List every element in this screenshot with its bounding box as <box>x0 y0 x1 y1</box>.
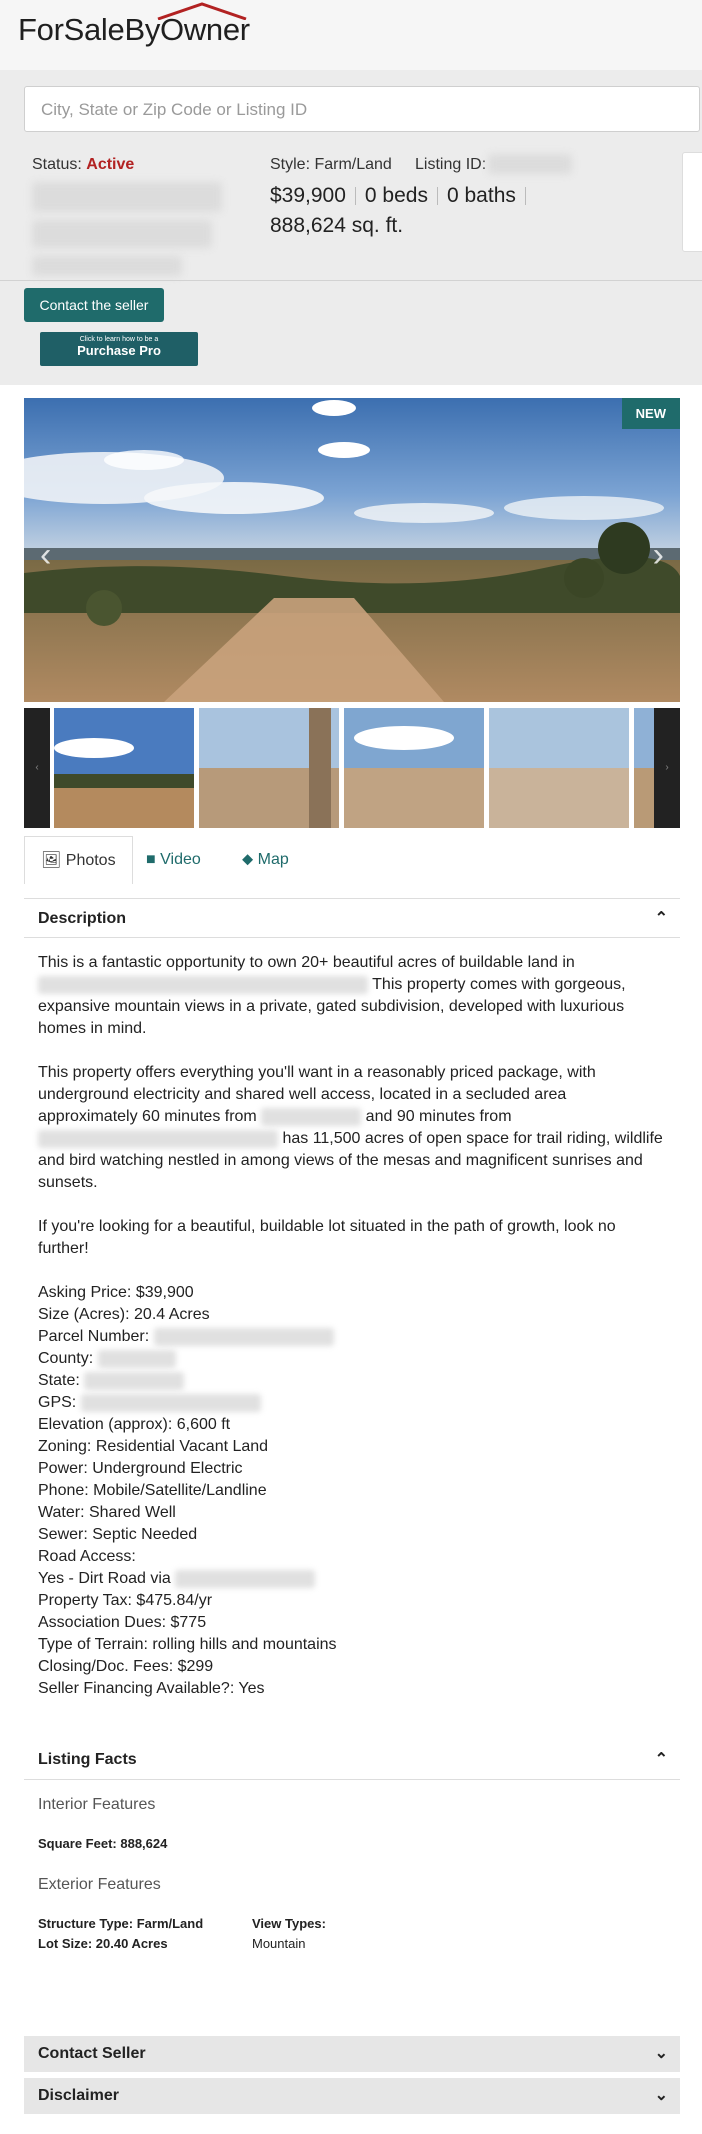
detail-line: Elevation (approx): 6,600 ft <box>38 1416 231 1433</box>
details-list: Asking Price: $39,900 Size (Acres): 20.4… <box>38 1282 668 1700</box>
tab-map[interactable]: ⬥ Map <box>242 836 289 884</box>
thumbnail-strip: ‹ › <box>24 708 680 828</box>
view-types-label: View Types: <box>252 1916 326 1931</box>
description-body: This is a fantastic opportunity to own 2… <box>38 952 668 1700</box>
search-input[interactable]: City, State or Zip Code or Listing ID <box>24 86 700 132</box>
thumbnail[interactable] <box>634 708 654 828</box>
detail-line: Asking Price: $39,900 <box>38 1284 194 1301</box>
thumb-prev-icon[interactable]: ‹ <box>24 708 50 828</box>
description-heading: Description <box>38 910 127 927</box>
thumbnail[interactable] <box>54 708 194 828</box>
purchase-pro-label: Purchase Pro <box>77 343 161 358</box>
status-label: Status: <box>32 156 82 173</box>
logo[interactable]: ForSaleByOwner <box>18 12 250 48</box>
purchase-pro-small-text: Click to learn how to be a <box>79 336 159 343</box>
contact-seller-accordion[interactable]: Contact Seller ⌄ <box>24 2036 680 2072</box>
detail-line: County: <box>38 1348 668 1370</box>
tab-map-label: Map <box>257 851 289 868</box>
chevron-right-icon[interactable]: › <box>653 536 664 575</box>
interior-features-title: Interior Features <box>38 1796 156 1813</box>
divider <box>0 384 702 385</box>
description-text: and 90 minutes from <box>365 1108 512 1125</box>
chevron-up-icon[interactable]: ⌃ <box>655 1740 668 1780</box>
detail-line: Parcel Number: <box>38 1326 668 1348</box>
landscape-photo <box>24 398 680 702</box>
tab-photos-label: Photos <box>65 852 116 869</box>
detail-line: Association Dues: $775 <box>38 1614 207 1631</box>
description-paragraph: This is a fantastic opportunity to own 2… <box>38 952 668 1040</box>
detail-line: Power: Underground Electric <box>38 1460 243 1477</box>
status-value: Active <box>86 156 135 173</box>
detail-line: State: <box>38 1370 668 1392</box>
detail-line: Closing/Doc. Fees: $299 <box>38 1658 214 1675</box>
new-badge: NEW <box>621 398 680 429</box>
chevron-down-icon[interactable]: ⌄ <box>655 2036 668 2072</box>
price-row: $39,900 0 beds 0 baths <box>270 184 535 208</box>
beds: 0 beds <box>364 184 428 207</box>
lot-size: Lot Size: 20.40 Acres <box>38 1936 168 1951</box>
redacted-address <box>32 182 222 212</box>
map-marker-icon: ⬥ <box>242 851 254 868</box>
structure-type: Structure Type: Farm/Land <box>38 1916 204 1931</box>
description-header[interactable]: Description ⌃ <box>24 898 680 938</box>
description-text: This is a fantastic opportunity to own 2… <box>38 954 575 971</box>
detail-line: Size (Acres): 20.4 Acres <box>38 1306 210 1323</box>
detail-line: Road Access: <box>38 1548 136 1565</box>
disclaimer-accordion[interactable]: Disclaimer ⌄ <box>24 2078 680 2114</box>
detail-line: Type of Terrain: rolling hills and mount… <box>38 1636 337 1653</box>
tab-video-label: Video <box>160 851 201 868</box>
thumbnail[interactable] <box>199 708 339 828</box>
status-line: Status: Active <box>32 156 134 174</box>
chevron-left-icon[interactable]: ‹ <box>40 536 51 575</box>
baths: 0 baths <box>446 184 516 207</box>
description-paragraph: If you're looking for a beautiful, build… <box>38 1218 616 1257</box>
sqft: 888,624 sq. ft. <box>270 214 404 237</box>
image-icon: 🖼 <box>41 852 62 869</box>
video-camera-icon: ■ <box>146 851 156 868</box>
thumbnail[interactable] <box>489 708 629 828</box>
listing-id-label: Listing ID: <box>415 156 487 173</box>
redacted-listing-id <box>488 154 572 174</box>
disclaimer-heading: Disclaimer <box>38 2087 119 2104</box>
view-types-value: Mountain <box>252 1936 306 1951</box>
detail-line: Sewer: Septic Needed <box>38 1526 198 1543</box>
exterior-features-title: Exterior Features <box>38 1876 161 1893</box>
main-photo[interactable]: NEW ‹ › <box>24 398 680 702</box>
side-card <box>682 152 702 252</box>
media-tabs: 🖼 Photos ■ Video ⬥ Map <box>24 836 680 884</box>
price: $39,900 <box>270 184 346 207</box>
tab-photos[interactable]: 🖼 Photos <box>24 836 133 884</box>
detail-line: GPS: <box>38 1392 668 1414</box>
redacted-location <box>261 1107 362 1126</box>
style-label: Style: Farm/Land <box>270 156 392 173</box>
tab-video[interactable]: ■ Video <box>146 836 201 884</box>
square-feet: Square Feet: 888,624 <box>38 1836 168 1851</box>
detail-line: Zoning: Residential Vacant Land <box>38 1438 269 1455</box>
redacted-city <box>32 220 212 248</box>
contact-seller-button[interactable]: Contact the seller <box>24 288 164 322</box>
detail-line: Property Tax: $475.84/yr <box>38 1592 213 1609</box>
chevron-down-icon[interactable]: ⌄ <box>655 2078 668 2114</box>
description-paragraph: This property offers everything you'll w… <box>38 1062 668 1194</box>
divider <box>0 280 702 281</box>
redacted-line <box>32 256 182 276</box>
listing-facts-heading: Listing Facts <box>38 1751 137 1768</box>
thumb-next-icon[interactable]: › <box>654 708 680 828</box>
redacted-location <box>38 975 368 994</box>
detail-line: Water: Shared Well <box>38 1504 176 1521</box>
thumbnail[interactable] <box>344 708 484 828</box>
detail-line: Seller Financing Available?: Yes <box>38 1680 265 1697</box>
contact-seller-heading: Contact Seller <box>38 2045 146 2062</box>
detail-line: Phone: Mobile/Satellite/Landline <box>38 1482 267 1499</box>
site-header: ForSaleByOwner <box>0 0 702 70</box>
redacted-location <box>38 1129 278 1148</box>
purchase-pro-button[interactable]: Click to learn how to be a Purchase Pro <box>40 332 198 366</box>
chevron-up-icon[interactable]: ⌃ <box>655 899 668 939</box>
detail-line: Yes - Dirt Road via <box>38 1568 668 1590</box>
listing-facts-header[interactable]: Listing Facts ⌃ <box>24 1740 680 1780</box>
